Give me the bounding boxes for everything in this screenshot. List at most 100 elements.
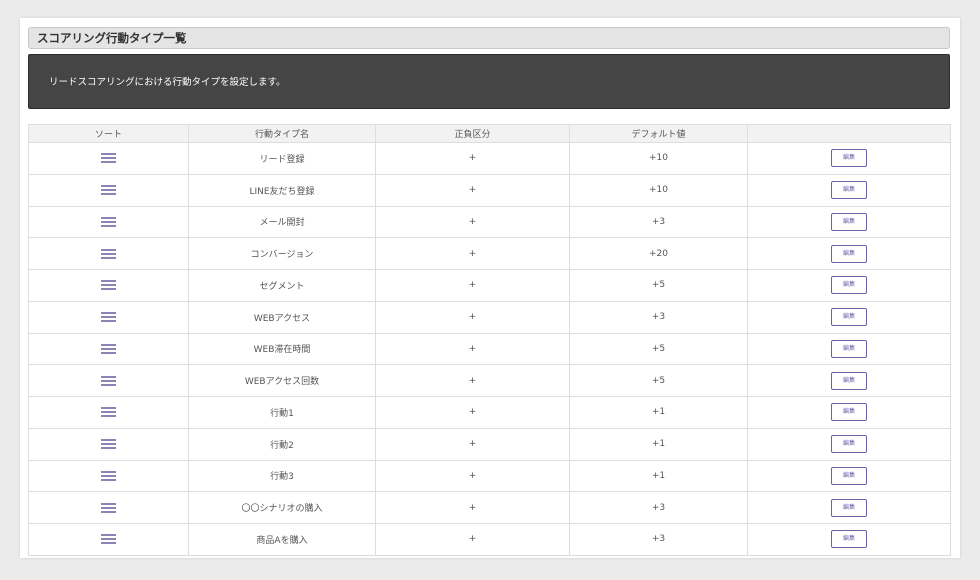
edit-button[interactable]: 編集 <box>831 276 867 295</box>
sign-value: + <box>375 364 570 397</box>
edit-button[interactable]: 編集 <box>831 466 867 485</box>
description-box: リードスコアリングにおける行動タイプを設定します。 <box>28 54 950 109</box>
behavior-name: 行動2 <box>188 427 376 461</box>
sort-cell <box>28 427 189 461</box>
drag-handle-icon[interactable] <box>101 532 116 546</box>
behavior-name: コンバージョン <box>188 237 376 270</box>
edit-button[interactable]: 編集 <box>831 371 867 390</box>
drag-handle-icon[interactable] <box>101 278 116 292</box>
edit-button[interactable]: 編集 <box>831 339 867 358</box>
behavior-name: WEBアクセス回数 <box>188 364 376 397</box>
sign-value: + <box>375 300 570 334</box>
sort-cell <box>28 459 189 493</box>
sign-value: + <box>375 237 570 270</box>
default-value: +20 <box>569 237 748 270</box>
drag-handle-icon[interactable] <box>101 247 116 261</box>
default-value: +10 <box>569 173 748 207</box>
sign-value: + <box>375 427 570 461</box>
sort-cell <box>28 332 189 366</box>
sign-value: + <box>375 396 570 429</box>
sign-value: + <box>375 491 570 524</box>
action-cell: 編集 <box>747 491 951 524</box>
drag-handle-icon[interactable] <box>101 310 116 324</box>
sort-cell <box>28 269 189 302</box>
edit-button[interactable]: 編集 <box>831 149 867 168</box>
action-cell: 編集 <box>747 300 951 334</box>
edit-button[interactable]: 編集 <box>831 498 867 517</box>
sort-cell <box>28 396 189 429</box>
default-value: +3 <box>569 300 748 334</box>
default-value: +3 <box>569 523 748 556</box>
drag-handle-icon[interactable] <box>101 151 116 165</box>
action-cell: 編集 <box>747 332 951 366</box>
edit-button[interactable]: 編集 <box>831 308 867 327</box>
sort-cell <box>28 491 189 524</box>
drag-handle-icon[interactable] <box>101 215 116 229</box>
default-value: +3 <box>569 205 748 239</box>
behavior-name: 商品Aを購入 <box>188 523 376 556</box>
behavior-type-table: ソート 行動タイプ名 正負区分 デフォルト値 リード登録 + +10 編集 LINE友だ… <box>28 124 951 556</box>
sort-cell <box>28 173 189 207</box>
table-row: 行動1 + +1 編集 <box>28 396 951 429</box>
drag-handle-icon[interactable] <box>101 183 116 197</box>
sort-cell <box>28 205 189 239</box>
default-value: +10 <box>569 142 748 175</box>
behavior-name: LINE友だち登録 <box>188 173 376 207</box>
behavior-name: 行動1 <box>188 396 376 429</box>
default-value: +5 <box>569 364 748 397</box>
header-sign: 正負区分 <box>375 124 570 143</box>
sign-value: + <box>375 173 570 207</box>
sign-value: + <box>375 142 570 175</box>
edit-button[interactable]: 編集 <box>831 435 867 454</box>
action-cell: 編集 <box>747 205 951 239</box>
edit-button[interactable]: 編集 <box>831 530 867 549</box>
table-row: LINE友だち登録 + +10 編集 <box>28 173 951 207</box>
sort-cell <box>28 237 189 270</box>
sign-value: + <box>375 269 570 302</box>
edit-button[interactable]: 編集 <box>831 212 867 231</box>
table-row: 商品Aを購入 + +3 編集 <box>28 523 951 556</box>
table-row: 行動3 + +1 編集 <box>28 459 951 493</box>
edit-button[interactable]: 編集 <box>831 244 867 263</box>
table-header-row: ソート 行動タイプ名 正負区分 デフォルト値 <box>28 124 951 143</box>
sign-value: + <box>375 523 570 556</box>
drag-handle-icon[interactable] <box>101 437 116 451</box>
behavior-name: 行動3 <box>188 459 376 493</box>
drag-handle-icon[interactable] <box>101 501 116 515</box>
sign-value: + <box>375 459 570 493</box>
behavior-name: WEB滞在時間 <box>188 332 376 366</box>
table-row: WEBアクセス回数 + +5 編集 <box>28 364 951 397</box>
table-row: 行動2 + +1 編集 <box>28 427 951 461</box>
drag-handle-icon[interactable] <box>101 405 116 419</box>
table-row: WEB滞在時間 + +5 編集 <box>28 332 951 366</box>
edit-button[interactable]: 編集 <box>831 181 867 200</box>
default-value: +1 <box>569 459 748 493</box>
table-row: WEBアクセス + +3 編集 <box>28 300 951 334</box>
action-cell: 編集 <box>747 142 951 175</box>
action-cell: 編集 <box>747 459 951 493</box>
sort-cell <box>28 523 189 556</box>
default-value: +3 <box>569 491 748 524</box>
behavior-name: メール開封 <box>188 205 376 239</box>
behavior-name: セグメント <box>188 269 376 302</box>
sort-cell <box>28 364 189 397</box>
default-value: +5 <box>569 332 748 366</box>
table-row: コンバージョン + +20 編集 <box>28 237 951 270</box>
default-value: +5 <box>569 269 748 302</box>
drag-handle-icon[interactable] <box>101 342 116 356</box>
sign-value: + <box>375 205 570 239</box>
action-cell: 編集 <box>747 427 951 461</box>
table-row: セグメント + +5 編集 <box>28 269 951 302</box>
sort-cell <box>28 300 189 334</box>
table-row: リード登録 + +10 編集 <box>28 142 951 175</box>
edit-button[interactable]: 編集 <box>831 403 867 422</box>
header-action <box>747 124 951 143</box>
sign-value: + <box>375 332 570 366</box>
default-value: +1 <box>569 396 748 429</box>
table-row: 〇〇シナリオの購入 + +3 編集 <box>28 491 951 524</box>
drag-handle-icon[interactable] <box>101 374 116 388</box>
header-sort: ソート <box>28 124 189 143</box>
default-value: +1 <box>569 427 748 461</box>
behavior-name: 〇〇シナリオの購入 <box>188 491 376 524</box>
drag-handle-icon[interactable] <box>101 469 116 483</box>
